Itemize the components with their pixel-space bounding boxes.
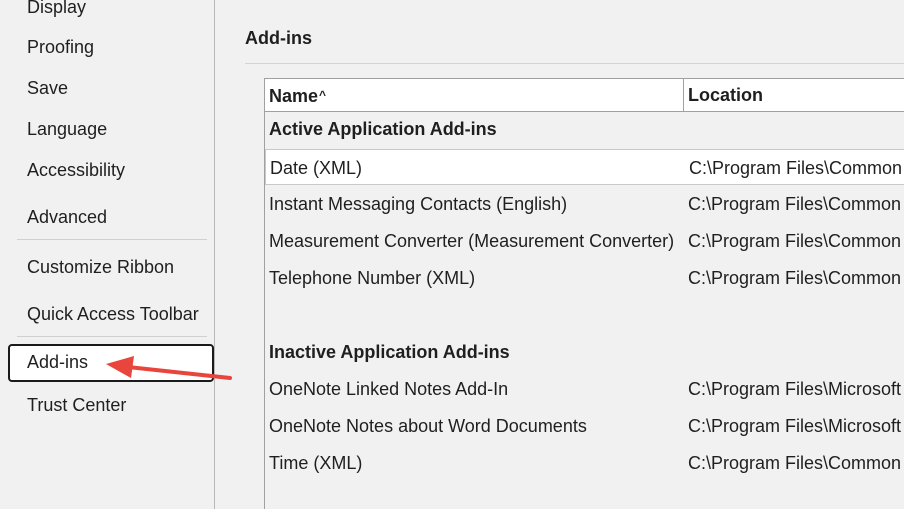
table-row[interactable]: OneNote Notes about Word Documents C:\Pr… [265, 408, 904, 444]
column-header-location[interactable]: Location [684, 79, 904, 111]
sidebar-item-proofing[interactable]: Proofing [8, 29, 214, 65]
add-ins-table: Name^ Location Active Application Add-in… [264, 78, 904, 509]
cell-location: C:\Program Files\Microsoft [688, 416, 902, 436]
word-options-window: Display Proofing Save Language Accessibi… [0, 0, 904, 509]
cell-name: Instant Messaging Contacts (English) [269, 194, 568, 214]
sidebar-item-display[interactable]: Display [8, 0, 214, 25]
cell-name: Measurement Converter (Measurement Conve… [269, 231, 675, 251]
section-divider [245, 63, 904, 64]
table-row[interactable]: Instant Messaging Contacts (English) C:\… [265, 186, 904, 222]
sidebar-item-advanced[interactable]: Advanced [8, 199, 214, 235]
cell-location: C:\Program Files\Common [688, 194, 902, 214]
sidebar-item-save[interactable]: Save [8, 70, 214, 106]
cell-name: Date (XML) [270, 158, 363, 178]
table-row[interactable]: Time (XML) C:\Program Files\Common [265, 445, 904, 481]
table-header: Name^ Location [265, 79, 904, 112]
column-header-location-label: Location [688, 85, 763, 105]
sidebar-item-customize-ribbon[interactable]: Customize Ribbon [8, 249, 214, 285]
sidebar-item-quick-access-toolbar[interactable]: Quick Access Toolbar [8, 296, 214, 332]
column-header-name-label: Name [269, 86, 319, 106]
add-ins-panel: Add-ins Name^ Location Active Applicatio… [216, 0, 904, 509]
sidebar-item-trust-center[interactable]: Trust Center [8, 387, 214, 423]
cell-location: C:\Program Files\Common [688, 268, 902, 288]
sidebar-divider [17, 239, 207, 240]
cell-name: Time (XML) [269, 453, 363, 473]
sidebar-divider [17, 336, 207, 337]
column-header-name[interactable]: Name^ [265, 79, 684, 111]
cell-name: OneNote Notes about Word Documents [269, 416, 587, 436]
table-row[interactable]: Telephone Number (XML) C:\Program Files\… [265, 260, 904, 296]
group-header-inactive: Inactive Application Add-ins [269, 342, 510, 362]
table-row[interactable]: OneNote Linked Notes Add-In C:\Program F… [265, 371, 904, 407]
sidebar-item-accessibility[interactable]: Accessibility [8, 152, 214, 188]
cell-location: C:\Program Files\Common [688, 453, 902, 473]
cell-location: C:\Program Files\Common [689, 158, 903, 178]
cell-location: C:\Program Files\Microsoft [688, 379, 902, 399]
cell-location: C:\Program Files\Common [688, 231, 902, 251]
cell-name: Telephone Number (XML) [269, 268, 476, 288]
table-row[interactable]: Date (XML) C:\Program Files\Common [265, 149, 904, 185]
options-sidebar: Display Proofing Save Language Accessibi… [0, 0, 215, 509]
sort-ascending-icon: ^ [319, 88, 327, 102]
cell-name: OneNote Linked Notes Add-In [269, 379, 509, 399]
sidebar-item-language[interactable]: Language [8, 111, 214, 147]
page-title: Add-ins [245, 28, 312, 48]
table-row[interactable]: Measurement Converter (Measurement Conve… [265, 223, 904, 259]
sidebar-item-add-ins[interactable]: Add-ins [8, 344, 214, 382]
group-header-active: Active Application Add-ins [269, 119, 497, 139]
